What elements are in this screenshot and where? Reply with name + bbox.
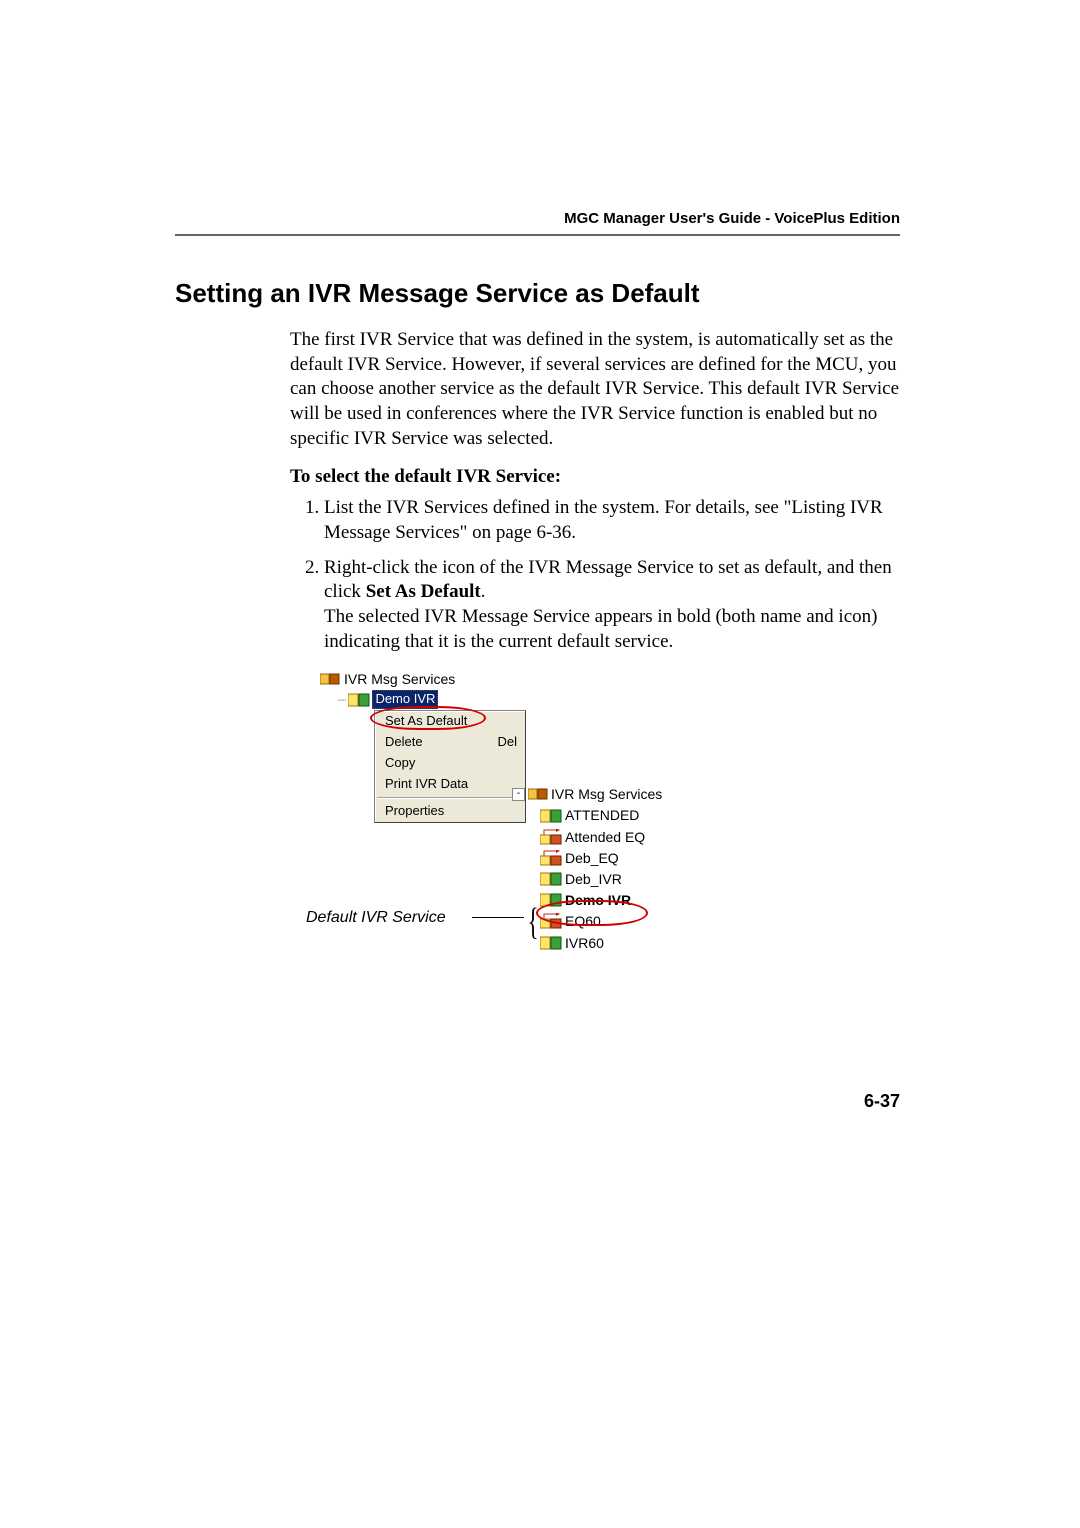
page-number: 6-37	[864, 1091, 900, 1112]
tree-node-eq60[interactable]: EQ60	[540, 912, 712, 930]
procedure-list: List the IVR Services defined in the sys…	[290, 496, 905, 654]
ivr-service-icon	[348, 693, 370, 707]
tree-left-root[interactable]: IVR Msg Services	[320, 670, 510, 688]
step-2-tail: .	[481, 581, 486, 602]
tree-node-ivr60[interactable]: IVR60	[540, 934, 712, 952]
tree-left-selected[interactable]: ┈ Demo IVR	[338, 690, 510, 709]
tree-left-root-label: IVR Msg Services	[344, 670, 455, 688]
intro-paragraph: The first IVR Service that was defined i…	[290, 328, 905, 451]
tree-node-label: Deb_EQ	[565, 849, 619, 867]
callout-brace: {	[528, 898, 539, 947]
eq-service-icon	[540, 829, 562, 845]
menu-copy[interactable]: Copy	[375, 753, 525, 774]
step-1: List the IVR Services defined in the sys…	[324, 496, 905, 545]
menu-properties-label: Properties	[385, 803, 444, 820]
procedure-heading: To select the default IVR Service:	[290, 465, 905, 490]
figure: IVR Msg Services ┈ Demo IVR Set As Defau…	[290, 670, 905, 990]
tree-right-root[interactable]: - IVR Msg Services	[512, 785, 712, 803]
eq-service-icon	[540, 850, 562, 866]
tree-node-label: Attended EQ	[565, 828, 645, 846]
menu-print-ivr-data[interactable]: Print IVR Data	[375, 774, 525, 795]
services-root-icon	[528, 787, 548, 801]
menu-delete[interactable]: Delete Del	[375, 732, 525, 753]
tree-node-deb-ivr[interactable]: Deb_IVR	[540, 870, 712, 888]
header-rule	[175, 234, 900, 236]
menu-delete-accel: Del	[497, 734, 517, 751]
menu-set-as-default[interactable]: Set As Default	[375, 711, 525, 732]
tree-right-root-label: IVR Msg Services	[551, 785, 662, 803]
ivr-service-icon	[540, 893, 562, 907]
step-2-result: The selected IVR Message Service appears…	[324, 606, 877, 652]
tree-right: - IVR Msg Services ATTENDED Attended EQ	[512, 785, 712, 955]
menu-copy-label: Copy	[385, 755, 415, 772]
ivr-service-icon	[540, 936, 562, 950]
ivr-service-icon	[540, 809, 562, 823]
tree-node-label: ATTENDED	[565, 806, 639, 824]
callout-leader-line	[472, 917, 524, 918]
menu-print-label: Print IVR Data	[385, 776, 468, 793]
menu-delete-label: Delete	[385, 734, 423, 751]
services-root-icon	[320, 672, 340, 686]
tree-node-label: EQ60	[565, 912, 601, 930]
collapse-icon[interactable]: -	[512, 788, 525, 801]
tree-node-label: IVR60	[565, 934, 604, 952]
tree-node-attended[interactable]: ATTENDED	[540, 806, 712, 824]
tree-node-attended-eq[interactable]: Attended EQ	[540, 828, 712, 846]
menu-properties[interactable]: Properties	[375, 801, 525, 822]
tree-node-demo-ivr[interactable]: Demo IVR	[540, 891, 712, 909]
eq-service-icon	[540, 913, 562, 929]
menu-separator	[377, 797, 523, 799]
callout-label: Default IVR Service	[306, 908, 446, 929]
menu-set-as-default-label: Set As Default	[385, 713, 467, 730]
tree-dots: ┈	[338, 691, 346, 709]
running-header: MGC Manager User's Guide - VoicePlus Edi…	[564, 210, 900, 227]
ivr-service-icon	[540, 872, 562, 886]
context-menu: Set As Default Delete Del Copy Print IVR…	[374, 710, 526, 822]
tree-left-selected-label: Demo IVR	[372, 690, 438, 709]
step-2: Right-click the icon of the IVR Message …	[324, 556, 905, 655]
tree-left: IVR Msg Services ┈ Demo IVR Set As Defau…	[320, 670, 510, 709]
tree-node-label: Demo IVR	[565, 891, 631, 909]
tree-node-deb-eq[interactable]: Deb_EQ	[540, 849, 712, 867]
step-2-bold: Set As Default	[366, 581, 481, 602]
section-title: Setting an IVR Message Service as Defaul…	[175, 278, 905, 309]
tree-node-label: Deb_IVR	[565, 870, 622, 888]
